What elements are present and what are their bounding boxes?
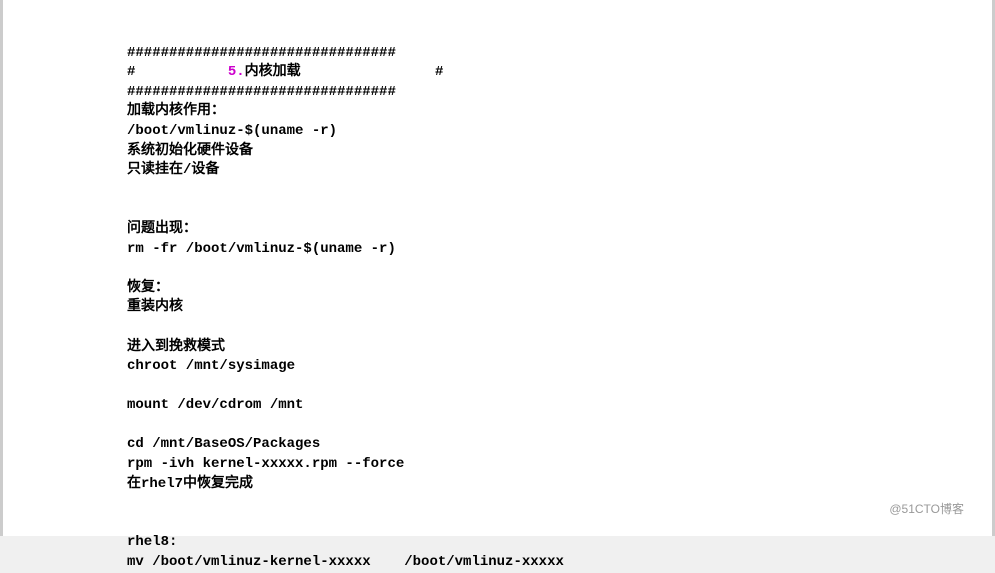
text-line: 重装内核 xyxy=(127,299,183,315)
text-line: /boot/vmlinuz-$(uname -r) xyxy=(127,123,337,139)
text-line: 进入到挽救模式 xyxy=(127,339,225,355)
text-line: 只读挂在/设备 xyxy=(127,162,219,178)
text-line: cd /mnt/BaseOS/Packages xyxy=(127,436,320,452)
document-content: ################################ # 5.内核加… xyxy=(127,24,992,573)
border-bottom: ################################ xyxy=(127,84,396,100)
text-line: mv /boot/vmlinuz-kernel-xxxxx /boot/vmli… xyxy=(127,554,564,570)
text-line: rpm -ivh kernel-xxxxx.rpm --force xyxy=(127,456,404,472)
text-line: 在rhel7中恢复完成 xyxy=(127,476,253,492)
document-page: ################################ # 5.内核加… xyxy=(0,0,995,536)
text-line: 系统初始化硬件设备 xyxy=(127,143,253,159)
text-line: 加载内核作用： xyxy=(127,103,225,119)
title-prefix: # xyxy=(127,64,228,80)
text-line: 问题出现： xyxy=(127,221,197,237)
text-line: chroot /mnt/sysimage xyxy=(127,358,295,374)
text-line: 恢复： xyxy=(127,280,169,296)
section-number: 5. xyxy=(228,64,245,80)
title-text: 内核加载 # xyxy=(245,64,444,80)
text-line: mount /dev/cdrom /mnt xyxy=(127,397,303,413)
text-line: rhel8: xyxy=(127,534,177,550)
border-top: ################################ xyxy=(127,45,396,61)
text-line: rm -fr /boot/vmlinuz-$(uname -r) xyxy=(127,241,396,257)
watermark: @51CTO博客 xyxy=(889,501,964,518)
